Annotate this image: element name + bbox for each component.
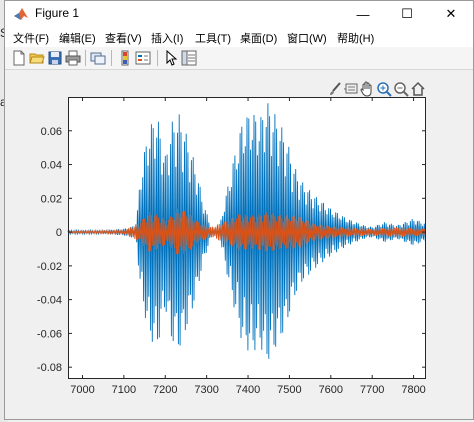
x-tick-label: 7600	[319, 384, 343, 396]
x-tick-label: 7400	[236, 384, 260, 396]
figure-window: Figure 1 — ☐ ✕ 文件(F) 编辑(E) 查看(V) 插入(I) 工…	[4, 0, 474, 420]
x-tick-label: 7000	[70, 384, 94, 396]
x-tick-label: 7300	[194, 384, 218, 396]
x-tick-label: 7700	[360, 384, 384, 396]
x-tick-label: 7100	[112, 384, 136, 396]
x-tick-label: 7200	[153, 384, 177, 396]
y-tick-label: 0.04	[41, 160, 62, 172]
y-tick-label: 0.06	[41, 126, 62, 138]
y-tick-label: 0	[56, 227, 62, 239]
y-tick-label: -0.04	[37, 295, 62, 307]
y-tick-label: 0.02	[41, 193, 62, 205]
y-tick-label: -0.08	[37, 362, 62, 374]
y-tick-label: -0.02	[37, 261, 62, 273]
y-tick-label: -0.06	[37, 328, 62, 340]
signal-plot[interactable]: 7000 7100 7200 7300 7400 7500 7600 7700 7800 0.06…	[5, 1, 473, 419]
x-tick-label: 7500	[277, 384, 301, 396]
x-tick-label: 7800	[401, 384, 425, 396]
